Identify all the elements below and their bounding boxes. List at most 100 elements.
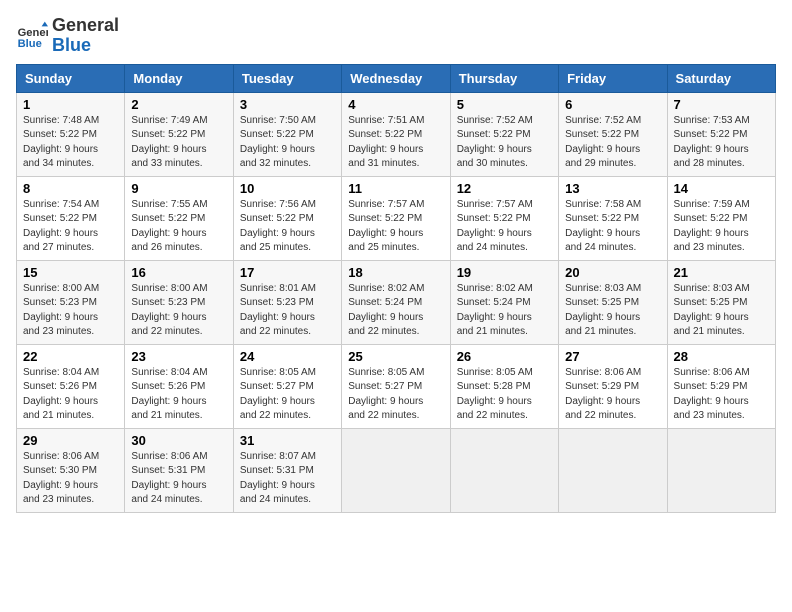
calendar-cell: 16 Sunrise: 8:00 AMSunset: 5:23 PMDaylig… [125, 260, 233, 344]
calendar-cell: 18 Sunrise: 8:02 AMSunset: 5:24 PMDaylig… [342, 260, 450, 344]
calendar-cell: 2 Sunrise: 7:49 AMSunset: 5:22 PMDayligh… [125, 92, 233, 176]
day-number: 5 [457, 97, 552, 112]
calendar-cell: 24 Sunrise: 8:05 AMSunset: 5:27 PMDaylig… [233, 344, 341, 428]
day-info: Sunrise: 7:56 AMSunset: 5:22 PMDaylight:… [240, 199, 316, 254]
svg-text:General: General [18, 27, 48, 39]
calendar-body: 1 Sunrise: 7:48 AMSunset: 5:22 PMDayligh… [17, 92, 776, 512]
calendar-cell: 21 Sunrise: 8:03 AMSunset: 5:25 PMDaylig… [667, 260, 775, 344]
day-info: Sunrise: 7:55 AMSunset: 5:22 PMDaylight:… [131, 199, 207, 254]
day-info: Sunrise: 7:57 AMSunset: 5:22 PMDaylight:… [457, 199, 533, 254]
day-number: 10 [240, 181, 335, 196]
day-number: 9 [131, 181, 226, 196]
calendar-cell: 15 Sunrise: 8:00 AMSunset: 5:23 PMDaylig… [17, 260, 125, 344]
day-number: 21 [674, 265, 769, 280]
calendar-cell: 27 Sunrise: 8:06 AMSunset: 5:29 PMDaylig… [559, 344, 667, 428]
calendar-cell: 7 Sunrise: 7:53 AMSunset: 5:22 PMDayligh… [667, 92, 775, 176]
calendar-cell: 28 Sunrise: 8:06 AMSunset: 5:29 PMDaylig… [667, 344, 775, 428]
calendar-cell: 11 Sunrise: 7:57 AMSunset: 5:22 PMDaylig… [342, 176, 450, 260]
calendar-cell: 3 Sunrise: 7:50 AMSunset: 5:22 PMDayligh… [233, 92, 341, 176]
weekday-header: Monday [125, 64, 233, 92]
day-number: 16 [131, 265, 226, 280]
day-info: Sunrise: 8:05 AMSunset: 5:27 PMDaylight:… [240, 367, 316, 422]
day-info: Sunrise: 7:53 AMSunset: 5:22 PMDaylight:… [674, 115, 750, 170]
calendar-cell: 1 Sunrise: 7:48 AMSunset: 5:22 PMDayligh… [17, 92, 125, 176]
logo-icon: General Blue [16, 20, 48, 52]
calendar-week-row: 29 Sunrise: 8:06 AMSunset: 5:30 PMDaylig… [17, 428, 776, 512]
day-info: Sunrise: 8:05 AMSunset: 5:28 PMDaylight:… [457, 367, 533, 422]
calendar-cell [667, 428, 775, 512]
day-info: Sunrise: 8:04 AMSunset: 5:26 PMDaylight:… [131, 367, 207, 422]
day-number: 3 [240, 97, 335, 112]
day-number: 27 [565, 349, 660, 364]
day-number: 11 [348, 181, 443, 196]
day-info: Sunrise: 8:02 AMSunset: 5:24 PMDaylight:… [348, 283, 424, 338]
weekday-header: Wednesday [342, 64, 450, 92]
day-info: Sunrise: 7:59 AMSunset: 5:22 PMDaylight:… [674, 199, 750, 254]
day-number: 7 [674, 97, 769, 112]
day-number: 20 [565, 265, 660, 280]
day-number: 12 [457, 181, 552, 196]
day-info: Sunrise: 7:49 AMSunset: 5:22 PMDaylight:… [131, 115, 207, 170]
day-info: Sunrise: 7:52 AMSunset: 5:22 PMDaylight:… [565, 115, 641, 170]
weekday-header: Tuesday [233, 64, 341, 92]
day-info: Sunrise: 8:05 AMSunset: 5:27 PMDaylight:… [348, 367, 424, 422]
day-number: 29 [23, 433, 118, 448]
weekday-header: Friday [559, 64, 667, 92]
day-info: Sunrise: 8:00 AMSunset: 5:23 PMDaylight:… [23, 283, 99, 338]
day-number: 18 [348, 265, 443, 280]
calendar-week-row: 22 Sunrise: 8:04 AMSunset: 5:26 PMDaylig… [17, 344, 776, 428]
day-number: 8 [23, 181, 118, 196]
day-number: 17 [240, 265, 335, 280]
day-number: 22 [23, 349, 118, 364]
day-info: Sunrise: 8:06 AMSunset: 5:29 PMDaylight:… [674, 367, 750, 422]
day-number: 15 [23, 265, 118, 280]
calendar-cell: 4 Sunrise: 7:51 AMSunset: 5:22 PMDayligh… [342, 92, 450, 176]
day-number: 4 [348, 97, 443, 112]
day-number: 24 [240, 349, 335, 364]
calendar-cell: 13 Sunrise: 7:58 AMSunset: 5:22 PMDaylig… [559, 176, 667, 260]
day-info: Sunrise: 8:04 AMSunset: 5:26 PMDaylight:… [23, 367, 99, 422]
day-info: Sunrise: 8:02 AMSunset: 5:24 PMDaylight:… [457, 283, 533, 338]
calendar-cell: 12 Sunrise: 7:57 AMSunset: 5:22 PMDaylig… [450, 176, 558, 260]
day-number: 19 [457, 265, 552, 280]
day-info: Sunrise: 8:06 AMSunset: 5:29 PMDaylight:… [565, 367, 641, 422]
weekday-header-row: SundayMondayTuesdayWednesdayThursdayFrid… [17, 64, 776, 92]
calendar-cell: 10 Sunrise: 7:56 AMSunset: 5:22 PMDaylig… [233, 176, 341, 260]
calendar-cell: 25 Sunrise: 8:05 AMSunset: 5:27 PMDaylig… [342, 344, 450, 428]
calendar-cell [342, 428, 450, 512]
day-info: Sunrise: 8:01 AMSunset: 5:23 PMDaylight:… [240, 283, 316, 338]
calendar-cell: 26 Sunrise: 8:05 AMSunset: 5:28 PMDaylig… [450, 344, 558, 428]
day-info: Sunrise: 8:06 AMSunset: 5:31 PMDaylight:… [131, 451, 207, 506]
day-number: 14 [674, 181, 769, 196]
calendar-cell [559, 428, 667, 512]
logo-text: General Blue [52, 16, 119, 56]
weekday-header: Thursday [450, 64, 558, 92]
day-info: Sunrise: 7:50 AMSunset: 5:22 PMDaylight:… [240, 115, 316, 170]
day-info: Sunrise: 7:57 AMSunset: 5:22 PMDaylight:… [348, 199, 424, 254]
calendar-cell: 29 Sunrise: 8:06 AMSunset: 5:30 PMDaylig… [17, 428, 125, 512]
day-info: Sunrise: 8:06 AMSunset: 5:30 PMDaylight:… [23, 451, 99, 506]
calendar-cell: 5 Sunrise: 7:52 AMSunset: 5:22 PMDayligh… [450, 92, 558, 176]
calendar-cell: 6 Sunrise: 7:52 AMSunset: 5:22 PMDayligh… [559, 92, 667, 176]
calendar-week-row: 15 Sunrise: 8:00 AMSunset: 5:23 PMDaylig… [17, 260, 776, 344]
calendar-cell: 23 Sunrise: 8:04 AMSunset: 5:26 PMDaylig… [125, 344, 233, 428]
day-info: Sunrise: 7:58 AMSunset: 5:22 PMDaylight:… [565, 199, 641, 254]
day-info: Sunrise: 8:00 AMSunset: 5:23 PMDaylight:… [131, 283, 207, 338]
logo: General Blue General Blue [16, 16, 119, 56]
calendar-cell: 14 Sunrise: 7:59 AMSunset: 5:22 PMDaylig… [667, 176, 775, 260]
day-number: 6 [565, 97, 660, 112]
day-info: Sunrise: 8:07 AMSunset: 5:31 PMDaylight:… [240, 451, 316, 506]
calendar-cell: 30 Sunrise: 8:06 AMSunset: 5:31 PMDaylig… [125, 428, 233, 512]
calendar-week-row: 1 Sunrise: 7:48 AMSunset: 5:22 PMDayligh… [17, 92, 776, 176]
calendar-cell: 19 Sunrise: 8:02 AMSunset: 5:24 PMDaylig… [450, 260, 558, 344]
calendar-week-row: 8 Sunrise: 7:54 AMSunset: 5:22 PMDayligh… [17, 176, 776, 260]
day-info: Sunrise: 8:03 AMSunset: 5:25 PMDaylight:… [674, 283, 750, 338]
calendar-cell: 9 Sunrise: 7:55 AMSunset: 5:22 PMDayligh… [125, 176, 233, 260]
day-number: 25 [348, 349, 443, 364]
day-number: 26 [457, 349, 552, 364]
calendar-header: SundayMondayTuesdayWednesdayThursdayFrid… [17, 64, 776, 92]
weekday-header: Saturday [667, 64, 775, 92]
header: General Blue General Blue [16, 16, 776, 56]
day-info: Sunrise: 7:48 AMSunset: 5:22 PMDaylight:… [23, 115, 99, 170]
calendar-cell: 22 Sunrise: 8:04 AMSunset: 5:26 PMDaylig… [17, 344, 125, 428]
